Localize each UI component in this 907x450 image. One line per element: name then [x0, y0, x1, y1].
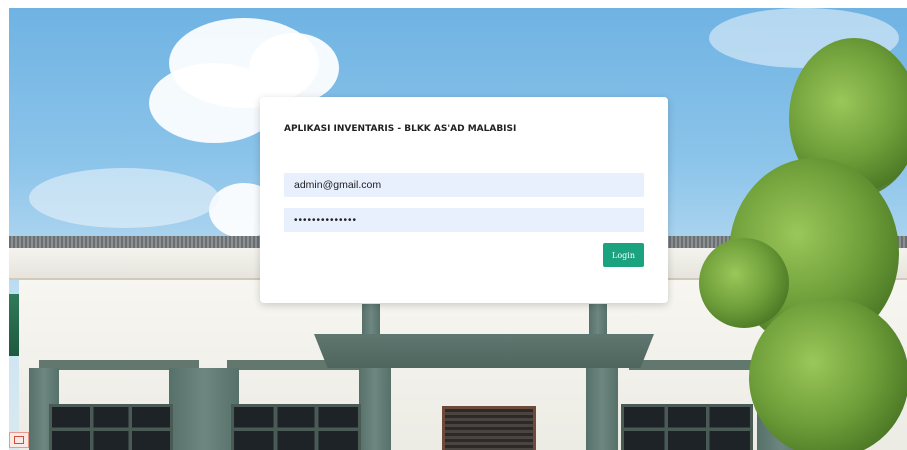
entrance-canopy [314, 334, 654, 368]
window [49, 404, 173, 450]
logo-icon [9, 432, 29, 448]
tree-foliage [699, 238, 789, 328]
login-card: APLIKASI INVENTARIS - BLKK AS'AD MALABIS… [260, 97, 668, 303]
pillar [359, 368, 391, 450]
entrance-door [442, 406, 536, 450]
password-field[interactable] [284, 208, 644, 232]
app-title: APLIKASI INVENTARIS - BLKK AS'AD MALABIS… [284, 124, 517, 134]
tree-foliage [749, 298, 907, 450]
login-button[interactable]: Login [603, 243, 644, 267]
cloud [249, 33, 339, 103]
pillar [169, 368, 239, 450]
window [231, 404, 361, 450]
haze [29, 168, 219, 228]
pillar [586, 368, 618, 450]
email-field[interactable] [284, 173, 644, 197]
window [621, 404, 753, 450]
